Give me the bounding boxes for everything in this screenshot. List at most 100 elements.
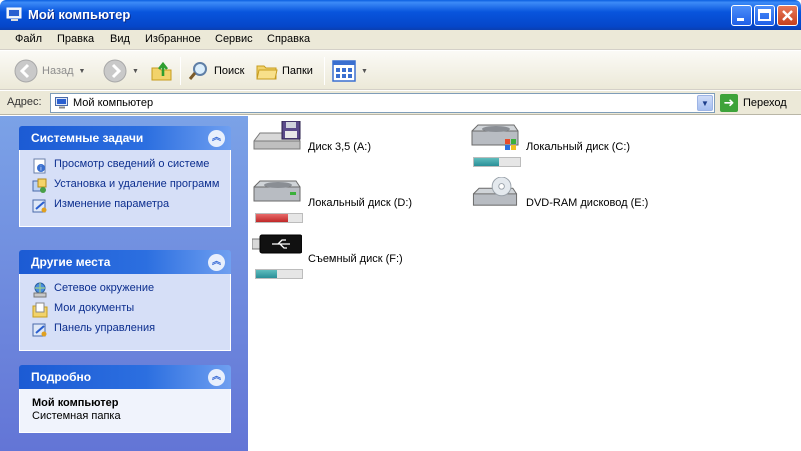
task-label: Изменение параметра <box>54 198 170 210</box>
go-button[interactable]: ➜ Переход <box>720 94 787 112</box>
drive-name: Съемный диск (F:) <box>308 253 403 265</box>
drives-view: Диск 3,5 (A:) Локальный диск (C:) Локаль… <box>248 116 801 451</box>
minimize-icon <box>737 18 744 21</box>
drive-name: Локальный диск (C:) <box>526 141 631 153</box>
place-network[interactable]: Сетевое окружение <box>32 282 222 298</box>
task-label: Установка и удаление программ <box>54 178 220 190</box>
details-panel: Подробно ︽ Мой компьютер Системная папка <box>19 365 231 433</box>
network-places-icon <box>33 282 47 298</box>
details-header[interactable]: Подробно ︽ <box>19 365 231 389</box>
place-control-panel[interactable]: Панель управления <box>32 322 222 338</box>
menu-tools[interactable]: Сервис <box>215 33 253 45</box>
folders-icon <box>256 65 278 80</box>
menu-favorites[interactable]: Избранное <box>145 33 201 45</box>
hard-drive-icon <box>253 180 301 202</box>
go-label: Переход <box>743 97 787 109</box>
drive-item[interactable]: Локальный диск (C:) <box>470 121 680 167</box>
usage-fill <box>256 214 289 222</box>
collapse-chevron-icon[interactable]: ︽ <box>208 369 225 386</box>
menu-view[interactable]: Вид <box>110 33 130 45</box>
collapse-chevron-icon[interactable]: ︽ <box>208 254 225 271</box>
drive-usage-bar <box>255 269 303 279</box>
drive-name: Диск 3,5 (A:) <box>308 141 372 153</box>
menu-file[interactable]: Файл <box>15 33 42 45</box>
system-tasks-panel: Системные задачи ︽ i Просмотр сведений о… <box>19 126 231 227</box>
search-button[interactable]: Поиск <box>188 58 244 84</box>
address-bar: Адрес: Мой компьютер ▼ ➜ Переход <box>0 91 801 115</box>
place-label: Сетевое окружение <box>54 282 155 294</box>
menu-help[interactable]: Справка <box>267 33 310 45</box>
task-view-system-info[interactable]: i Просмотр сведений о системе <box>32 158 222 174</box>
place-my-documents[interactable]: Мои документы <box>32 302 222 318</box>
dvd-drive-icon <box>472 177 518 206</box>
system-tasks-title: Системные задачи <box>31 131 144 145</box>
go-arrow-icon: ➜ <box>720 94 738 112</box>
views-dropdown-icon[interactable]: ▼ <box>361 68 368 75</box>
other-places-header[interactable]: Другие места ︽ <box>19 250 231 274</box>
drive-usage-bar <box>473 157 521 167</box>
add-remove-programs-icon <box>32 178 47 193</box>
address-input[interactable]: Мой компьютер ▼ <box>50 93 715 113</box>
forward-dropdown-icon[interactable]: ▼ <box>132 68 139 75</box>
up-folder-button[interactable] <box>150 58 174 84</box>
my-computer-icon <box>6 7 22 21</box>
control-panel-icon <box>32 199 47 213</box>
folders-button[interactable]: Папки <box>256 58 313 84</box>
forward-arrow-icon <box>103 59 127 83</box>
drive-item[interactable]: Локальный диск (D:) <box>252 177 462 223</box>
usage-fill <box>256 270 277 278</box>
other-places-title: Другие места <box>31 255 111 269</box>
my-computer-icon <box>55 97 68 109</box>
toolbar: Назад ▼ ▼ Поиск Папки ▼ <box>0 51 801 90</box>
control-panel-icon <box>32 323 47 337</box>
system-info-icon: i <box>33 158 46 174</box>
search-icon <box>188 62 207 80</box>
search-label: Поиск <box>214 65 245 77</box>
back-button[interactable]: Назад ▼ <box>14 58 85 84</box>
back-dropdown-icon[interactable]: ▼ <box>79 68 86 75</box>
title-bar[interactable]: Мой компьютер <box>0 0 801 30</box>
address-value: Мой компьютер <box>73 97 154 109</box>
maximize-button[interactable] <box>754 5 775 26</box>
other-places-body: Сетевое окружение Мои документы Панель у… <box>19 274 231 351</box>
forward-button[interactable]: ▼ <box>103 58 139 84</box>
usb-drive-icon <box>252 234 302 254</box>
place-label: Мои документы <box>54 302 135 314</box>
address-label: Адрес: <box>7 96 42 108</box>
menu-edit[interactable]: Правка <box>57 33 94 45</box>
drive-name: Локальный диск (D:) <box>308 197 413 209</box>
toolbar-separator <box>324 57 325 85</box>
task-label: Просмотр сведений о системе <box>54 158 210 170</box>
my-documents-icon <box>32 302 48 318</box>
window-title: Мой компьютер <box>28 7 131 22</box>
system-drive-icon <box>471 124 519 150</box>
drive-usage-bar <box>255 213 303 223</box>
drive-name: DVD-RAM дисковод (E:) <box>526 197 649 209</box>
place-label: Панель управления <box>54 322 156 334</box>
drive-item[interactable]: Диск 3,5 (A:) <box>252 121 462 165</box>
task-pane: Системные задачи ︽ i Просмотр сведений о… <box>0 116 248 451</box>
views-icon <box>332 60 356 82</box>
close-button[interactable] <box>777 5 798 26</box>
usage-fill <box>474 158 500 166</box>
other-places-panel: Другие места ︽ Сетевое окружение Мои док… <box>19 250 231 351</box>
task-change-setting[interactable]: Изменение параметра <box>32 198 222 214</box>
details-type: Системная папка <box>32 410 121 422</box>
toolbar-separator <box>180 57 181 85</box>
system-tasks-body: i Просмотр сведений о системе Установка … <box>19 150 231 227</box>
maximize-icon <box>758 9 771 21</box>
collapse-chevron-icon[interactable]: ︽ <box>208 130 225 147</box>
drive-item[interactable]: DVD-RAM дисковод (E:) <box>470 177 680 221</box>
system-tasks-header[interactable]: Системные задачи ︽ <box>19 126 231 150</box>
chevron-down-icon: ▼ <box>701 99 709 108</box>
folder-up-icon <box>151 61 172 81</box>
minimize-button[interactable] <box>731 5 752 26</box>
task-add-remove-programs[interactable]: Установка и удаление программ <box>32 178 222 194</box>
details-body: Мой компьютер Системная папка <box>19 389 231 433</box>
back-label: Назад <box>42 65 74 77</box>
drive-item[interactable]: Съемный диск (F:) <box>252 233 462 279</box>
floppy-drive-icon <box>253 121 301 150</box>
views-button[interactable]: ▼ <box>332 58 368 84</box>
address-dropdown-button[interactable]: ▼ <box>697 95 713 111</box>
menu-bar: Файл Правка Вид Избранное Сервис Справка <box>0 30 801 50</box>
